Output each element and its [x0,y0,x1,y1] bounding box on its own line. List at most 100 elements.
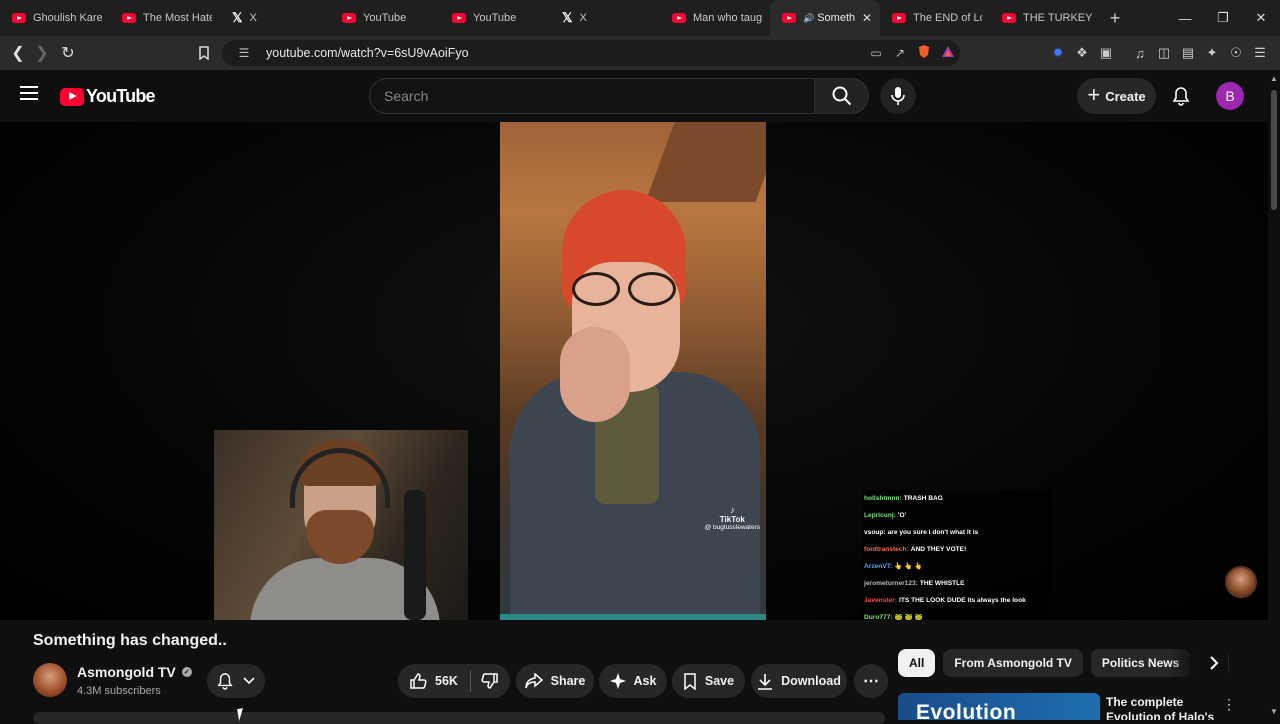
chevron-right-icon [1210,656,1219,670]
chips-next-button[interactable] [1200,649,1228,677]
ask-button[interactable]: Ask [599,664,667,698]
description-box[interactable] [33,712,885,724]
browser-tab[interactable]: YouTube [330,0,440,36]
x-logo-icon: 𝕏 [562,10,573,25]
browser-tab[interactable]: 🔊 Someth ✕ [770,0,880,36]
bell-icon [217,673,233,690]
menu-icon[interactable]: ☰ [1248,45,1272,61]
floating-channel-avatar[interactable] [1225,566,1257,598]
youtube-favicon-icon [342,13,356,23]
restore-button[interactable]: ❐ [1204,0,1242,36]
download-button[interactable]: Download [751,664,847,698]
like-button[interactable] [409,672,427,690]
tab-title: YouTube [473,12,517,24]
scrollbar-thumb[interactable] [1271,90,1277,210]
chat-text: ITS THE LOOK DUDE its always the look [899,597,1026,604]
account-avatar[interactable]: B [1216,82,1244,110]
bookmark-icon[interactable] [192,41,216,65]
subscribed-notification-button[interactable] [207,664,265,698]
video-title: Something has changed.. [33,632,227,649]
tiktok-handle: @ bugtusslewaters [704,524,760,531]
brave-shields-icon[interactable] [912,44,936,62]
dislike-button[interactable] [481,672,499,690]
browser-tab[interactable]: 𝕏X [550,0,660,36]
like-dislike-group: 56K [398,664,510,698]
chat-text: are you sure i don't what it is [887,529,979,536]
youtube-logo[interactable]: YouTube [60,86,156,107]
chat-text: 'O' [897,512,907,519]
vpn-icon[interactable]: ☉ [1224,45,1248,61]
filter-chip[interactable]: From Asmongold TV [943,649,1083,677]
share-page-icon[interactable]: ↗ [888,46,912,60]
sidebar-icon[interactable]: ◫ [1152,45,1176,61]
chat-message: hollshtmnn: TRASH BAG [864,490,1052,507]
voice-search-button[interactable] [880,78,916,114]
extension-icons: ✹ ❖ ▣ ♫ ◫ ▤ ✦ ☉ ☰ [1046,36,1272,70]
download-icon [757,673,773,690]
share-label: Share [550,674,586,688]
audio-playing-icon[interactable]: 🔊 [803,13,814,24]
site-info-icon[interactable]: ☰ [232,46,256,60]
tab-title: Ghoulish Karen [33,12,102,24]
mouse-cursor [237,707,251,721]
guide-menu-icon[interactable] [20,86,38,100]
save-button[interactable]: Save [672,664,745,698]
browser-tab[interactable]: 𝕏X [220,0,330,36]
share-button[interactable]: Share [516,664,594,698]
youtube-favicon-icon [452,13,466,23]
scroll-up-icon[interactable]: ▲ [1270,74,1278,83]
media-icon[interactable]: ♫ [1128,46,1152,61]
subscriber-count: 4.3M subscribers [77,685,161,697]
forward-button[interactable]: ❯ [30,41,54,65]
browser-tab[interactable]: YouTube [440,0,550,36]
close-tab-icon[interactable]: ✕ [862,11,872,25]
wallet-icon[interactable]: ▤ [1176,45,1200,61]
scroll-down-icon[interactable]: ▼ [1270,707,1278,716]
screenshot-icon[interactable]: ▣ [1094,45,1118,61]
browser-tab[interactable]: Man who taugh [660,0,770,36]
tiktok-watermark: ♪ TikTok @ bugtusslewaters [705,505,760,531]
chat-text: 👆 👆 👆 [894,563,923,570]
channel-name[interactable]: Asmongold TV [77,664,176,680]
recommended-video-menu-icon[interactable]: ⋮ [1222,696,1236,713]
chat-username: fordtranstech: [864,546,909,553]
browser-tab[interactable]: THE TURKEY TO [990,0,1100,36]
search-input[interactable] [384,88,814,104]
create-button[interactable]: + Create [1077,78,1156,114]
extension-icon[interactable]: ✹ [1046,45,1070,61]
chat-text: TRASH BAG [903,495,943,502]
browser-tab[interactable]: The END of Lol [880,0,990,36]
address-bar[interactable]: ☰ youtube.com/watch?v=6sU9vAoiFyo ▭ ↗ [222,40,960,66]
cast-icon[interactable]: ▭ [864,46,888,60]
search-button[interactable] [815,78,869,114]
thumbs-down-icon [481,673,498,689]
like-count[interactable]: 56K [435,674,458,688]
notifications-button[interactable] [1168,84,1194,108]
brave-rewards-icon[interactable] [936,45,960,61]
thumbs-up-icon [410,673,427,689]
streamer-beard [306,510,374,564]
back-button[interactable]: ❮ [6,41,30,65]
browser-tab[interactable]: Ghoulish Karen [0,0,110,36]
new-tab-button[interactable]: + [1100,8,1130,29]
browser-tab[interactable]: The Most Hated [110,0,220,36]
ask-label: Ask [633,674,657,688]
chat-username: Lepricunj: [864,512,896,519]
video-player[interactable]: ♪ TikTok @ bugtusslewaters hollshtmnn: TR… [0,122,1268,620]
recommended-video-thumbnail[interactable]: Evolution [898,693,1100,720]
channel-avatar[interactable] [33,663,67,697]
more-actions-button[interactable]: ⋯ [854,664,888,698]
window-controls: — ❐ ✕ [1166,0,1280,36]
puzzle-icon[interactable]: ❖ [1070,45,1094,61]
minimize-button[interactable]: — [1166,0,1204,36]
reload-button[interactable]: ↻ [56,41,80,65]
streamer-webcam [214,430,468,620]
url-text: youtube.com/watch?v=6sU9vAoiFyo [266,46,469,60]
close-window-button[interactable]: ✕ [1242,0,1280,36]
leo-icon[interactable]: ✦ [1200,45,1224,61]
page-scrollbar[interactable]: ▲ ▼ [1268,70,1280,720]
recommended-video-title[interactable]: The complete Evolution of Halo's [1106,695,1216,720]
filter-chip[interactable]: All [898,649,936,677]
youtube-play-icon [60,87,84,106]
tab-title: Man who taugh [693,12,762,24]
